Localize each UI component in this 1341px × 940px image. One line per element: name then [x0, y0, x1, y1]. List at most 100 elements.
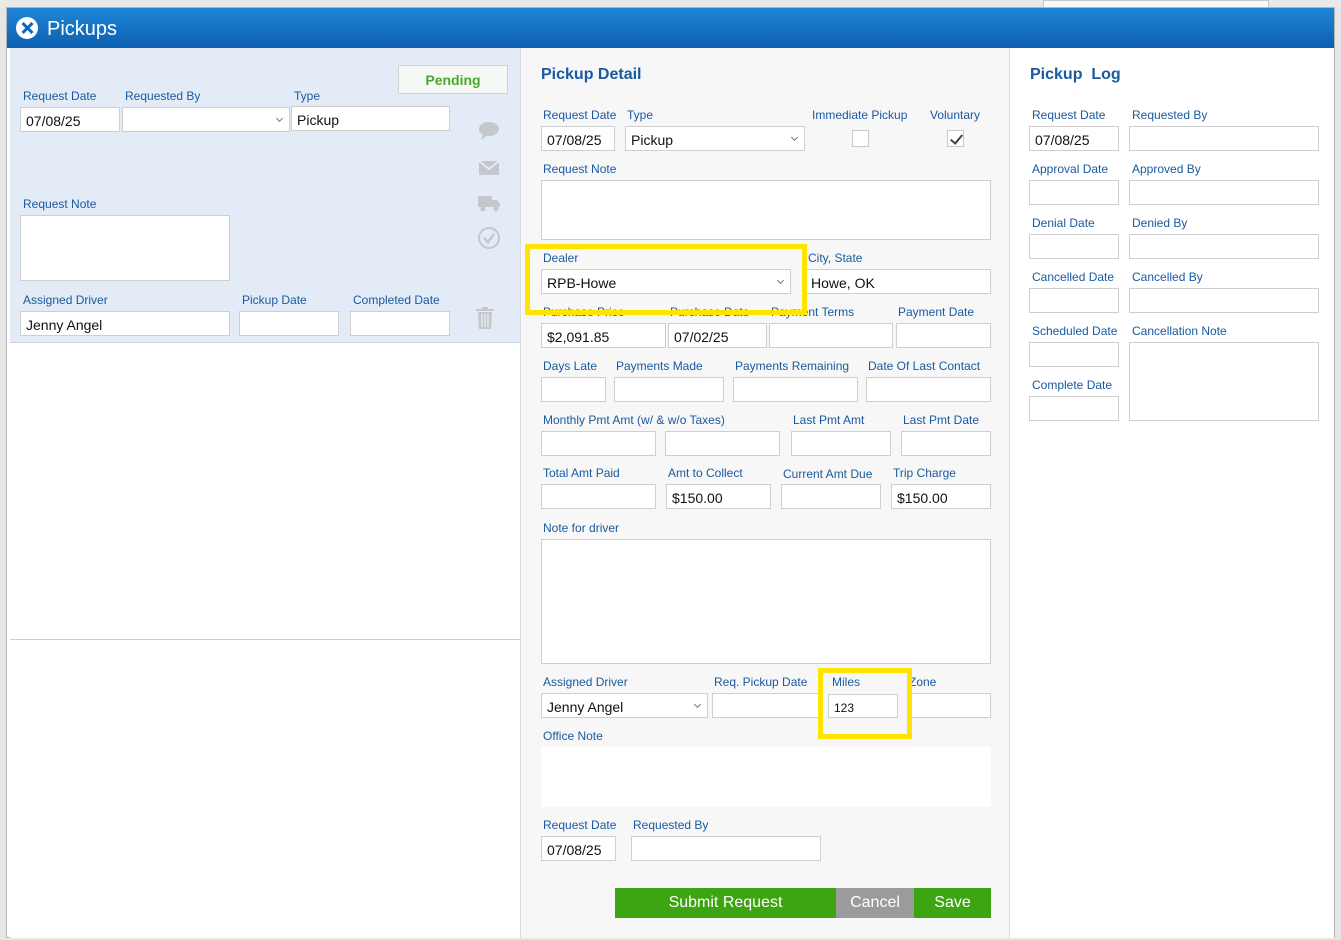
completed-date-label: Completed Date: [353, 293, 440, 307]
payments-remaining-field[interactable]: [733, 377, 858, 402]
detail-type-select[interactable]: Pickup: [625, 126, 805, 151]
detail-assigned-driver-label: Assigned Driver: [543, 675, 628, 689]
denial-date-label: Denial Date: [1032, 216, 1095, 230]
approved-by-field[interactable]: [1129, 180, 1319, 205]
pickup-summary-panel: Pending Request Date 07/08/25 Requested …: [10, 48, 520, 343]
approval-date-field[interactable]: [1029, 180, 1119, 205]
scheduled-date-label: Scheduled Date: [1032, 324, 1118, 338]
cancelled-date-field[interactable]: [1029, 288, 1119, 313]
assigned-driver-label: Assigned Driver: [23, 293, 108, 307]
approval-date-label: Approval Date: [1032, 162, 1109, 176]
cancelled-date-label: Cancelled Date: [1032, 270, 1115, 284]
last-pmt-amt-label: Last Pmt Amt: [793, 413, 865, 427]
dealer-highlight-box: [525, 244, 807, 315]
detail-type-label: Type: [627, 108, 654, 122]
trip-charge-label: Trip Charge: [893, 466, 956, 480]
note-for-driver-textarea[interactable]: [541, 539, 991, 664]
total-amt-paid-label: Total Amt Paid: [543, 466, 620, 480]
trash-icon[interactable]: [473, 306, 497, 330]
pickup-list-area: [10, 344, 520, 938]
detail-request-date-field[interactable]: 07/08/25: [541, 126, 615, 151]
status-badge: Pending: [398, 65, 508, 94]
denied-by-label: Denied By: [1132, 216, 1188, 230]
zone-label: Zone: [909, 675, 937, 689]
date-last-contact-label: Date Of Last Contact: [868, 359, 981, 373]
cancelled-by-field[interactable]: [1129, 288, 1319, 313]
request-date-field[interactable]: 07/08/25: [20, 107, 120, 132]
pickup-detail-panel: Pickup Detail Request Date 07/08/25 Type…: [520, 48, 1010, 938]
envelope-icon[interactable]: [477, 156, 501, 180]
city-state-field[interactable]: Howe, OK: [805, 269, 991, 294]
payment-date-label: Payment Date: [898, 305, 975, 319]
city-state-label: City, State: [808, 251, 863, 265]
voluntary-checkbox[interactable]: [947, 130, 964, 147]
office-note-label: Office Note: [543, 729, 603, 743]
comment-icon[interactable]: [477, 119, 501, 143]
days-late-label: Days Late: [543, 359, 598, 373]
current-amt-due-field[interactable]: [781, 484, 881, 509]
scheduled-date-field[interactable]: [1029, 342, 1119, 367]
days-late-field[interactable]: [541, 377, 606, 402]
list-divider: [10, 639, 520, 640]
close-icon[interactable]: [16, 17, 38, 39]
payment-date-field[interactable]: [896, 323, 991, 348]
cancel-button[interactable]: Cancel: [836, 888, 914, 918]
detail-request-note-label: Request Note: [543, 162, 617, 176]
save-button[interactable]: Save: [914, 888, 991, 918]
cancelled-by-label: Cancelled By: [1132, 270, 1203, 284]
immediate-pickup-checkbox[interactable]: [852, 130, 869, 147]
last-pmt-amt-field[interactable]: [791, 431, 891, 456]
request-note-label: Request Note: [23, 197, 97, 211]
truck-icon[interactable]: [477, 191, 501, 215]
miles-highlight-box: [818, 668, 912, 739]
total-amt-paid-field[interactable]: [541, 484, 656, 509]
zone-field[interactable]: [907, 693, 991, 718]
type-field[interactable]: Pickup: [291, 106, 450, 131]
assigned-driver-field[interactable]: Jenny Angel: [20, 311, 230, 336]
detail-request-date-2-label: Request Date: [543, 818, 617, 832]
pickup-log-heading: Pickup Log: [1030, 66, 1121, 83]
payments-made-label: Payments Made: [616, 359, 703, 373]
log-request-date-label: Request Date: [1032, 108, 1106, 122]
detail-assigned-driver-select[interactable]: Jenny Angel: [541, 693, 708, 718]
purchase-price-field[interactable]: $2,091.85: [541, 323, 666, 348]
denied-by-field[interactable]: [1129, 234, 1319, 259]
check-circle-icon[interactable]: [477, 226, 501, 250]
request-note-textarea[interactable]: [20, 215, 230, 281]
detail-request-date-2-field[interactable]: 07/08/25: [541, 836, 616, 861]
completed-date-field[interactable]: [350, 311, 450, 336]
pickup-date-label: Pickup Date: [242, 293, 307, 307]
monthly-pmt-without-tax-field[interactable]: [665, 431, 780, 456]
denial-date-field[interactable]: [1029, 234, 1119, 259]
amt-to-collect-field[interactable]: $150.00: [666, 484, 771, 509]
trip-charge-field[interactable]: $150.00: [891, 484, 991, 509]
detail-request-note-textarea[interactable]: [541, 180, 991, 240]
detail-requested-by-2-field[interactable]: [631, 836, 821, 861]
pickup-detail-heading: Pickup Detail: [541, 66, 642, 83]
current-amt-due-label: Current Amt Due: [783, 467, 873, 481]
titlebar: Pickups: [7, 8, 1334, 48]
purchase-date-field[interactable]: 07/02/25: [668, 323, 767, 348]
detail-request-date-label: Request Date: [543, 108, 617, 122]
req-pickup-date-field[interactable]: [712, 693, 822, 718]
payment-terms-field[interactable]: [769, 323, 893, 348]
dialog-title: Pickups: [47, 18, 118, 40]
cancellation-note-textarea[interactable]: [1129, 342, 1319, 421]
payments-made-field[interactable]: [614, 377, 724, 402]
monthly-pmt-with-tax-field[interactable]: [541, 431, 656, 456]
complete-date-field[interactable]: [1029, 396, 1119, 421]
payments-remaining-label: Payments Remaining: [735, 359, 850, 373]
submit-request-button[interactable]: Submit Request: [615, 888, 836, 918]
type-label: Type: [294, 89, 321, 103]
last-pmt-date-label: Last Pmt Date: [903, 413, 980, 427]
pickup-log-panel: Pickup Log Request Date 07/08/25 Request…: [1010, 48, 1334, 938]
last-pmt-date-field[interactable]: [901, 431, 991, 456]
amt-to-collect-label: Amt to Collect: [668, 466, 743, 480]
office-note-textarea[interactable]: [541, 747, 991, 807]
pickup-date-field[interactable]: [239, 311, 339, 336]
requested-by-select[interactable]: [122, 107, 290, 132]
date-last-contact-field[interactable]: [866, 377, 991, 402]
log-request-date-field[interactable]: 07/08/25: [1029, 126, 1119, 151]
monthly-pmt-label: Monthly Pmt Amt (w/ & w/o Taxes): [543, 413, 725, 427]
log-requested-by-field[interactable]: [1129, 126, 1319, 151]
